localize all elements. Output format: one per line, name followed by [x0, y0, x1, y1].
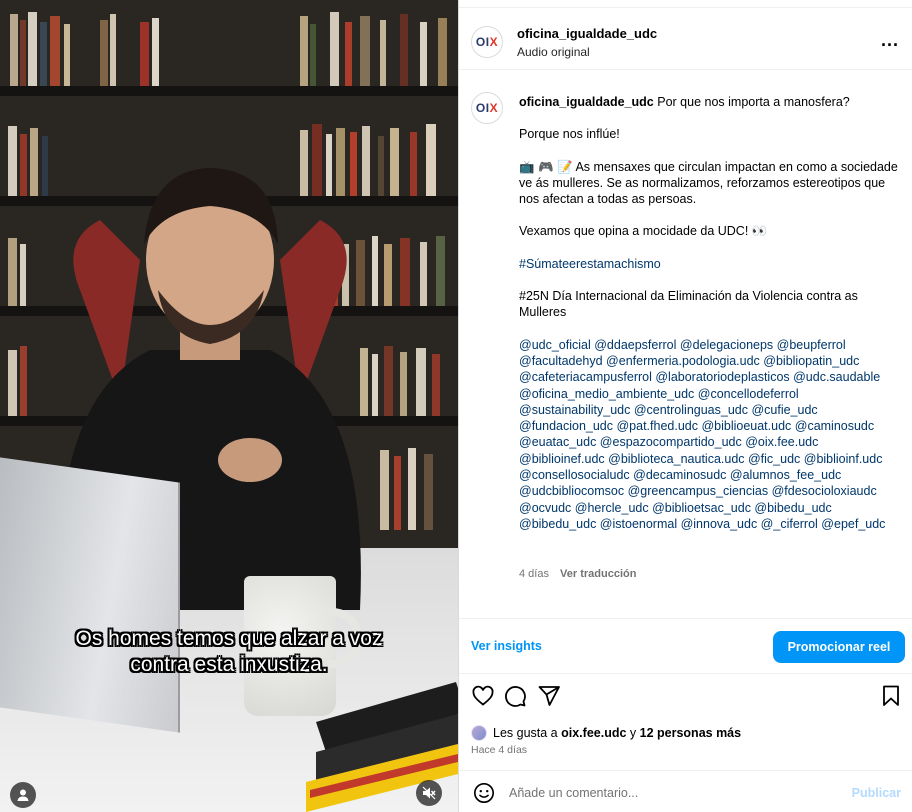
caption-section: OIX oficina_igualdade_udc Por que nos im…	[459, 86, 912, 616]
audio-label[interactable]: Audio original	[517, 45, 590, 59]
video-subtitle: Os homes temos que alzar a voz contra es…	[0, 626, 458, 678]
likes-connector: y	[629, 726, 637, 740]
avatar-logo-text: OIX	[475, 101, 499, 115]
subtitle-line: Os homes temos que alzar a voz	[75, 627, 383, 650]
comment-bar: Publicar	[459, 770, 912, 812]
caption-paragraph: As mensaxes que circulan impactan en com…	[519, 159, 898, 207]
heart-icon[interactable]	[471, 684, 495, 708]
posted-timestamp: Hace 4 días	[471, 744, 528, 756]
laptop	[0, 457, 180, 733]
mute-icon	[422, 786, 436, 800]
comment-input[interactable]	[509, 781, 839, 805]
caption-time: 4 días	[519, 568, 549, 580]
liker-username[interactable]: oix.fee.udc	[561, 726, 626, 740]
user-tag-icon	[17, 789, 29, 801]
subtitle-line: contra esta inxustiza.	[130, 653, 328, 676]
caption-meta: 4 días Ver traducción	[519, 568, 636, 580]
account-username[interactable]: oficina_igualdade_udc	[517, 26, 657, 41]
publish-button[interactable]: Publicar	[852, 786, 901, 800]
post-header: OIX oficina_igualdade_udc Audio original…	[459, 10, 912, 70]
promote-reel-button[interactable]: Promocionar reel	[773, 631, 905, 663]
post-details-panel: OIX oficina_igualdade_udc Audio original…	[458, 0, 912, 812]
hashtag-link[interactable]: #Súmateerestamachismo	[519, 256, 903, 272]
liker-avatar[interactable]	[471, 725, 487, 741]
see-translation-link[interactable]: Ver traducción	[560, 568, 636, 580]
caption-paragraph: Porque nos inflúe!	[519, 127, 620, 142]
more-options-icon[interactable]: ...	[881, 30, 899, 51]
caption-username[interactable]: oficina_igualdade_udc	[519, 95, 654, 109]
bookmark-icon[interactable]	[879, 684, 903, 708]
caption-first-line: Por que nos importa a manosfera?	[657, 95, 850, 109]
view-insights-link[interactable]: Ver insights	[471, 639, 542, 653]
post-caption: oficina_igualdade_udc Por que nos import…	[519, 94, 903, 548]
account-avatar[interactable]: OIX	[471, 26, 503, 58]
avatar-logo-text: OIX	[475, 35, 499, 49]
reel-video[interactable]: Os homes temos que alzar a voz contra es…	[0, 0, 458, 812]
paper-plane-icon[interactable]	[537, 684, 561, 708]
mentions-list[interactable]: @udc_oficial @ddaepsferrol @delegacionep…	[519, 337, 903, 533]
caption-paragraph: Vexamos que opina a mocidade da UDC! 👀	[519, 224, 768, 239]
likes-summary: Les gusta a oix.fee.udc y 12 personas má…	[471, 724, 741, 742]
caption-avatar[interactable]: OIX	[471, 92, 503, 124]
likes-prefix: Les gusta a	[493, 726, 558, 740]
user-tag-button[interactable]	[10, 782, 36, 808]
comment-bubble-icon[interactable]	[503, 684, 527, 708]
mute-button[interactable]	[416, 780, 442, 806]
emoji-icon[interactable]	[473, 782, 495, 804]
panel-top-strip	[459, 0, 912, 8]
caption-emojis: 📺 🎮 📝	[519, 159, 573, 174]
insights-bar: Ver insights Promocionar reel	[459, 618, 912, 674]
likes-others[interactable]: 12 personas más	[640, 726, 741, 740]
post-actions	[459, 678, 912, 714]
caption-paragraph: #25N Día Internacional da Eliminación da…	[519, 289, 858, 320]
